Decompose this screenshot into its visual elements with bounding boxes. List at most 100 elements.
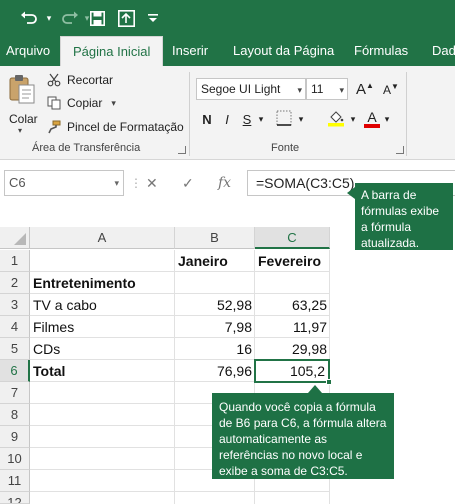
font-color-dropdown-icon[interactable]: ▾	[382, 108, 392, 130]
redo-icon[interactable]	[56, 6, 84, 30]
cell-c4[interactable]: 11,97	[255, 316, 330, 338]
row-header-12[interactable]: 12	[0, 492, 30, 504]
formula-bar-callout: A barra de fórmulas exibe a fórmula atua…	[355, 183, 453, 250]
name-box-value: C6	[9, 175, 26, 190]
cell-a2[interactable]: Entretenimento	[30, 272, 175, 294]
chevron-down-icon: ▾	[111, 97, 116, 108]
cell-a3[interactable]: TV a cabo	[30, 294, 175, 316]
row-header-4[interactable]: 4	[0, 316, 30, 338]
insert-function-button[interactable]: fx	[218, 170, 231, 196]
cancel-icon[interactable]: ✕	[146, 170, 158, 196]
font-group-label: Fonte	[271, 142, 300, 154]
column-header-b[interactable]: B	[175, 227, 255, 249]
underline-button[interactable]: S	[238, 108, 256, 130]
paint-bucket-icon	[327, 109, 345, 130]
row-header-6[interactable]: 6	[0, 360, 30, 382]
cell-c1[interactable]: Fevereiro	[255, 250, 330, 272]
column-header-c[interactable]: C	[255, 227, 330, 249]
row-header-3[interactable]: 3	[0, 294, 30, 316]
font-size-dropdown[interactable]: 11 ▾	[306, 78, 348, 100]
bold-button[interactable]: N	[198, 108, 216, 130]
clipboard-launcher-icon[interactable]	[178, 146, 186, 154]
tab-arquivo[interactable]: Arquivo	[6, 36, 50, 66]
decrease-font-icon: A▼	[383, 81, 399, 97]
cell-c3[interactable]: 63,25	[255, 294, 330, 316]
cut-button[interactable]: Recortar	[46, 70, 113, 90]
select-all-corner[interactable]	[0, 227, 30, 249]
cell-b4[interactable]: 7,98	[175, 316, 255, 338]
cell-a6[interactable]: Total	[30, 360, 175, 382]
column-header-a[interactable]: A	[30, 227, 175, 249]
row-header-2[interactable]: 2	[0, 272, 30, 294]
paste-label: Colar	[9, 112, 38, 126]
row-header-8[interactable]: 8	[0, 404, 30, 426]
group-separator	[189, 72, 190, 156]
chevron-down-icon: ▾	[114, 178, 119, 188]
tab-layout-da-pagina[interactable]: Layout da Página	[233, 36, 334, 66]
font-color-glyph: A	[367, 109, 377, 125]
cell-c5[interactable]: 29,98	[255, 338, 330, 360]
copy-button[interactable]: Copiar ▾	[46, 93, 116, 113]
paste-button[interactable]: Colar ▾	[4, 72, 40, 135]
font-name-dropdown[interactable]: Segoe UI Light ▾	[196, 78, 306, 100]
row-header-11[interactable]: 11	[0, 470, 30, 492]
font-color-swatch	[364, 124, 380, 128]
ribbon-home: Colar ▾ Recortar Copiar ▾ Pincel de Form…	[0, 66, 455, 160]
decrease-font-size-button[interactable]: A▼	[380, 78, 402, 100]
row-header-1[interactable]: 1	[0, 250, 30, 272]
row-header-5[interactable]: 5	[0, 338, 30, 360]
fill-color-dropdown-icon[interactable]: ▾	[348, 108, 358, 130]
row-header-9[interactable]: 9	[0, 426, 30, 448]
font-size-value: 11	[311, 82, 324, 96]
row-header-10[interactable]: 10	[0, 448, 30, 470]
copy-icon	[46, 95, 62, 111]
borders-icon	[276, 110, 292, 129]
ribbon-overflow	[418, 76, 455, 136]
underline-dropdown-icon[interactable]: ▾	[256, 108, 266, 130]
increase-font-icon: A▲	[356, 80, 374, 98]
chevron-down-icon: ▾	[297, 85, 302, 95]
formula-bar-callout-text: A barra de fórmulas exibe a fórmula atua…	[361, 188, 440, 250]
cell-a5[interactable]: CDs	[30, 338, 175, 360]
tab-inserir[interactable]: Inserir	[172, 36, 208, 66]
paste-icon	[8, 74, 36, 109]
increase-font-size-button[interactable]: A▲	[354, 78, 376, 100]
cell-c6-active[interactable]: 105,2	[254, 359, 330, 383]
copy-formula-callout: Quando você copia a fórmula de B6 para C…	[212, 393, 394, 479]
font-name-value: Segoe UI Light	[201, 82, 281, 96]
italic-button[interactable]: I	[218, 108, 236, 130]
tab-formulas[interactable]: Fórmulas	[354, 36, 408, 66]
cell-b5[interactable]: 16	[175, 338, 255, 360]
format-painter-button[interactable]: Pincel de Formatação	[46, 117, 184, 137]
save-icon[interactable]	[88, 6, 106, 30]
chevron-down-icon: ▾	[339, 85, 344, 95]
cell-b1[interactable]: Janeiro	[175, 250, 255, 272]
callout-pointer	[308, 385, 322, 393]
callout-pointer	[347, 187, 355, 199]
font-launcher-icon[interactable]	[396, 146, 404, 154]
scissors-icon	[46, 72, 62, 88]
font-color-button[interactable]: A	[362, 108, 382, 130]
quick-access-toolbar: ▾ ▾	[0, 0, 455, 36]
tab-dados[interactable]: Dado	[432, 36, 455, 66]
tab-pagina-inicial[interactable]: Página Inicial	[60, 36, 164, 67]
borders-dropdown-icon[interactable]: ▾	[296, 108, 306, 130]
row-header-7[interactable]: 7	[0, 382, 30, 404]
name-box[interactable]: C6 ▾	[4, 170, 124, 196]
undo-icon[interactable]	[14, 6, 44, 30]
cell-b3[interactable]: 52,98	[175, 294, 255, 316]
customize-icon[interactable]	[146, 6, 160, 30]
clipboard-group-label: Área de Transferência	[32, 142, 141, 154]
enter-icon[interactable]: ✓	[182, 170, 194, 196]
group-separator	[406, 72, 407, 156]
cell-b6[interactable]: 76,96	[175, 360, 255, 382]
fill-color-button[interactable]	[324, 108, 348, 130]
borders-button[interactable]	[272, 108, 296, 130]
undo-dropdown-icon[interactable]: ▾	[44, 6, 54, 30]
drag-handle-icon[interactable]: ⋮	[130, 170, 142, 196]
cut-label: Recortar	[67, 73, 114, 87]
paintbrush-icon	[46, 119, 62, 135]
touch-mode-icon[interactable]	[116, 6, 136, 30]
cell-a4[interactable]: Filmes	[30, 316, 175, 338]
fill-handle[interactable]	[326, 379, 332, 385]
